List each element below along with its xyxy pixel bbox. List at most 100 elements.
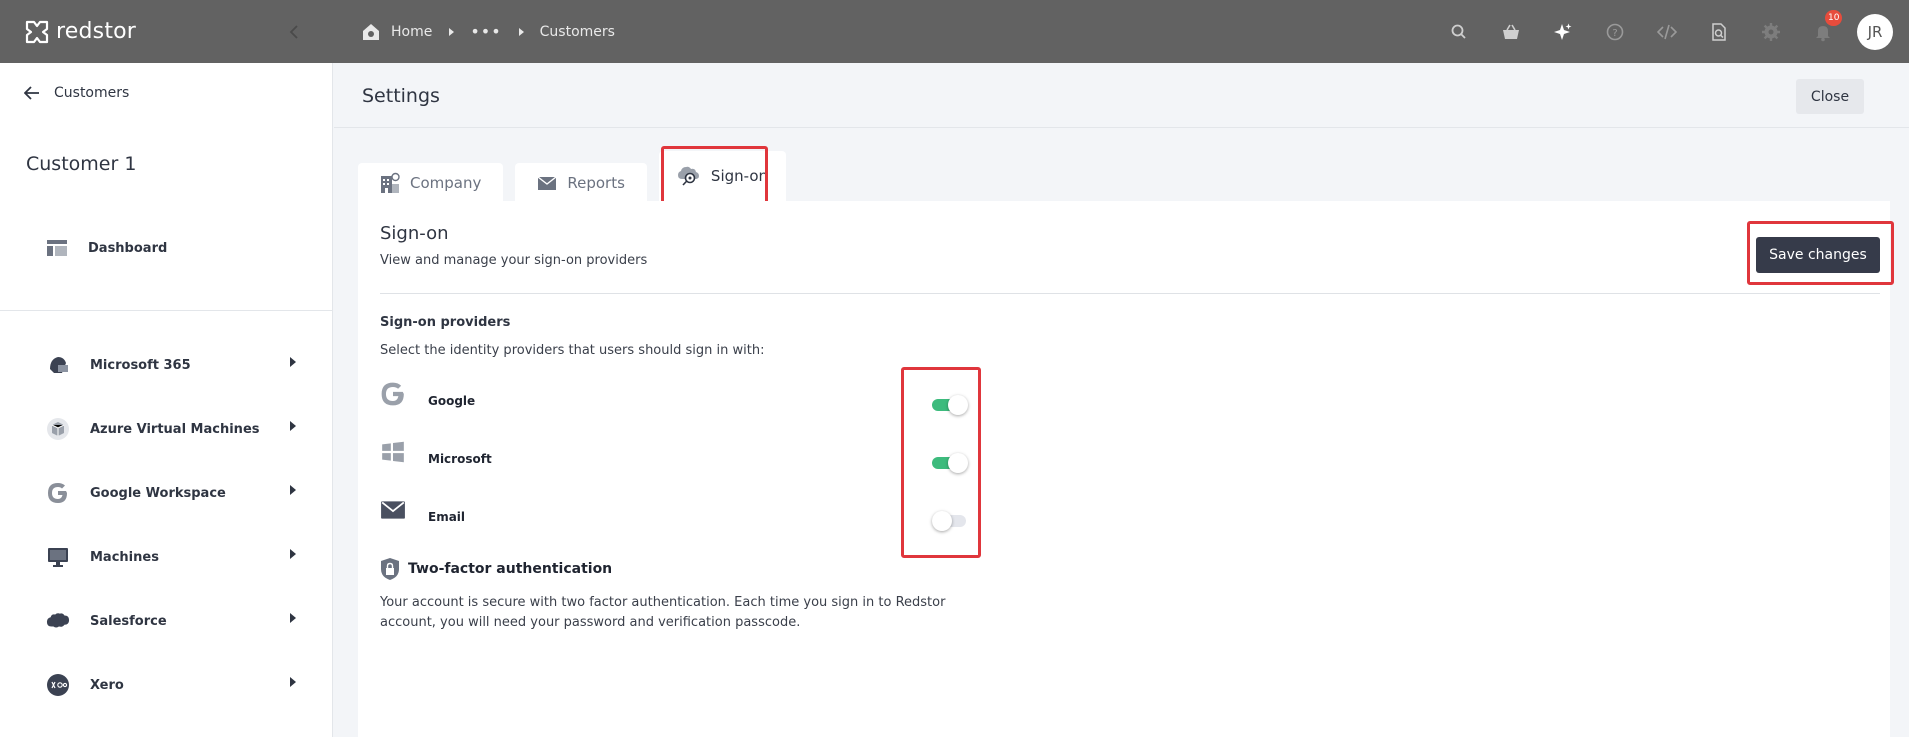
tab-label: Reports (567, 174, 625, 192)
developer-button[interactable] (1641, 0, 1693, 63)
breadcrumb-current[interactable]: Customers (540, 24, 615, 40)
microsoft-365-icon (46, 353, 70, 377)
save-changes-button[interactable]: Save changes (1756, 237, 1880, 273)
help-icon: ? (1606, 23, 1624, 40)
sidebar-divider (0, 310, 333, 311)
provider-row-email: Email (380, 497, 860, 527)
collapse-sidebar-button[interactable] (282, 20, 306, 44)
dashboard-icon (47, 240, 67, 256)
sidebar-item-google-workspace[interactable]: Google Workspace (46, 481, 296, 505)
providers-subtitle: Select the identity providers that users… (380, 343, 765, 358)
main-content: Settings Close Company Reports Sign-on S… (334, 63, 1909, 737)
breadcrumb-ellipsis[interactable]: ••• (470, 22, 501, 41)
close-button[interactable]: Close (1796, 79, 1864, 114)
tab-label: Company (410, 174, 482, 192)
salesforce-icon (46, 609, 70, 633)
two-factor-header: Two-factor authentication (380, 557, 612, 581)
home-icon[interactable] (361, 22, 381, 42)
sidebar-item-azure-virtual-machines[interactable]: Azure Virtual Machines (46, 417, 296, 441)
brand[interactable]: redstor (0, 0, 333, 63)
microsoft-toggle[interactable] (932, 452, 968, 473)
notification-badge: 10 (1825, 10, 1843, 26)
caret-right-icon[interactable] (290, 549, 296, 559)
provider-row-microsoft: Microsoft (380, 439, 860, 469)
file-search-icon (1712, 22, 1726, 41)
back-to-customers-link[interactable]: Customers (24, 85, 129, 101)
breadcrumb: Home ••• Customers (333, 0, 615, 63)
building-icon (381, 172, 400, 193)
toggle-knob (932, 511, 952, 531)
gear-icon (1762, 22, 1780, 41)
sparkle-icon (1554, 23, 1572, 40)
settings-button[interactable] (1745, 0, 1797, 63)
tab-reports[interactable]: Reports (515, 163, 647, 203)
code-icon (1657, 24, 1677, 39)
section-title: Sign-on (380, 223, 449, 244)
sidebar-item-label: Dashboard (88, 240, 168, 256)
windows-icon (382, 441, 404, 463)
settings-tabs: Company Reports Sign-on (358, 151, 798, 203)
section-subtitle: View and manage your sign-on providers (380, 253, 648, 268)
toggle-knob (948, 395, 968, 415)
top-bar: redstor Home ••• Customers ? 10 JR (0, 0, 1909, 63)
monitor-icon (46, 545, 70, 569)
cloud-key-icon (677, 166, 699, 186)
envelope-icon (537, 176, 557, 190)
xero-icon (46, 673, 70, 697)
sidebar-item-label: Machines (90, 549, 159, 565)
ai-assistant-button[interactable] (1537, 0, 1589, 63)
avatar[interactable]: JR (1857, 13, 1893, 50)
provider-name: Email (428, 510, 466, 524)
chevron-left-icon (289, 25, 298, 39)
caret-right-icon[interactable] (290, 357, 296, 367)
file-search-button[interactable] (1693, 0, 1745, 63)
help-button[interactable]: ? (1589, 0, 1641, 63)
sidebar-item-xero[interactable]: Xero (46, 673, 296, 697)
email-toggle[interactable] (932, 510, 968, 531)
sidebar-item-salesforce[interactable]: Salesforce (46, 609, 296, 633)
two-factor-title: Two-factor authentication (408, 561, 613, 577)
sidebar-item-label: Xero (90, 677, 124, 693)
caret-right-icon[interactable] (290, 613, 296, 623)
search-icon (1451, 24, 1466, 39)
sidebar: Customers Customer 1 Dashboard Microsoft… (0, 63, 333, 737)
provider-row-google: Google (380, 381, 860, 411)
caret-right-icon[interactable] (290, 421, 296, 431)
sidebar-item-dashboard[interactable]: Dashboard (46, 239, 167, 257)
sidebar-item-label: Salesforce (90, 613, 167, 629)
providers-title: Sign-on providers (380, 315, 511, 330)
caret-right-icon[interactable] (290, 677, 296, 687)
caret-right-icon (449, 27, 455, 36)
basket-icon (1503, 24, 1519, 39)
search-button[interactable] (1433, 0, 1485, 63)
arrow-left-icon (24, 86, 39, 100)
sidebar-item-machines[interactable]: Machines (46, 545, 296, 569)
caret-right-icon (518, 27, 524, 36)
tab-sign-on[interactable]: Sign-on (658, 151, 787, 201)
marketplace-button[interactable] (1485, 0, 1537, 63)
toolbar: ? 10 JR (1433, 0, 1909, 63)
customer-name: Customer 1 (26, 153, 137, 175)
google-toggle[interactable] (932, 394, 968, 415)
back-label: Customers (54, 85, 130, 101)
google-workspace-icon (46, 481, 70, 505)
provider-name: Google (428, 394, 476, 408)
tab-company[interactable]: Company (358, 163, 504, 203)
two-factor-description: Your account is secure with two factor a… (380, 595, 946, 630)
page-header: Settings Close (334, 63, 1909, 128)
sign-on-panel: Sign-on View and manage your sign-on pro… (358, 201, 1894, 737)
brand-name: redstor (56, 19, 137, 44)
provider-name: Microsoft (428, 452, 492, 466)
notifications-button[interactable]: 10 (1797, 0, 1849, 63)
redstor-logo-icon (25, 20, 49, 43)
section-divider (380, 293, 1880, 294)
sidebar-item-label: Google Workspace (90, 485, 226, 501)
svg-text:?: ? (1612, 28, 1617, 39)
mail-icon (381, 501, 405, 519)
google-icon (381, 382, 404, 406)
breadcrumb-home[interactable]: Home (391, 24, 432, 40)
sidebar-item-microsoft-365[interactable]: Microsoft 365 (46, 353, 296, 377)
toggle-knob (948, 453, 968, 473)
sidebar-item-label: Azure Virtual Machines (90, 421, 260, 437)
caret-right-icon[interactable] (290, 485, 296, 495)
